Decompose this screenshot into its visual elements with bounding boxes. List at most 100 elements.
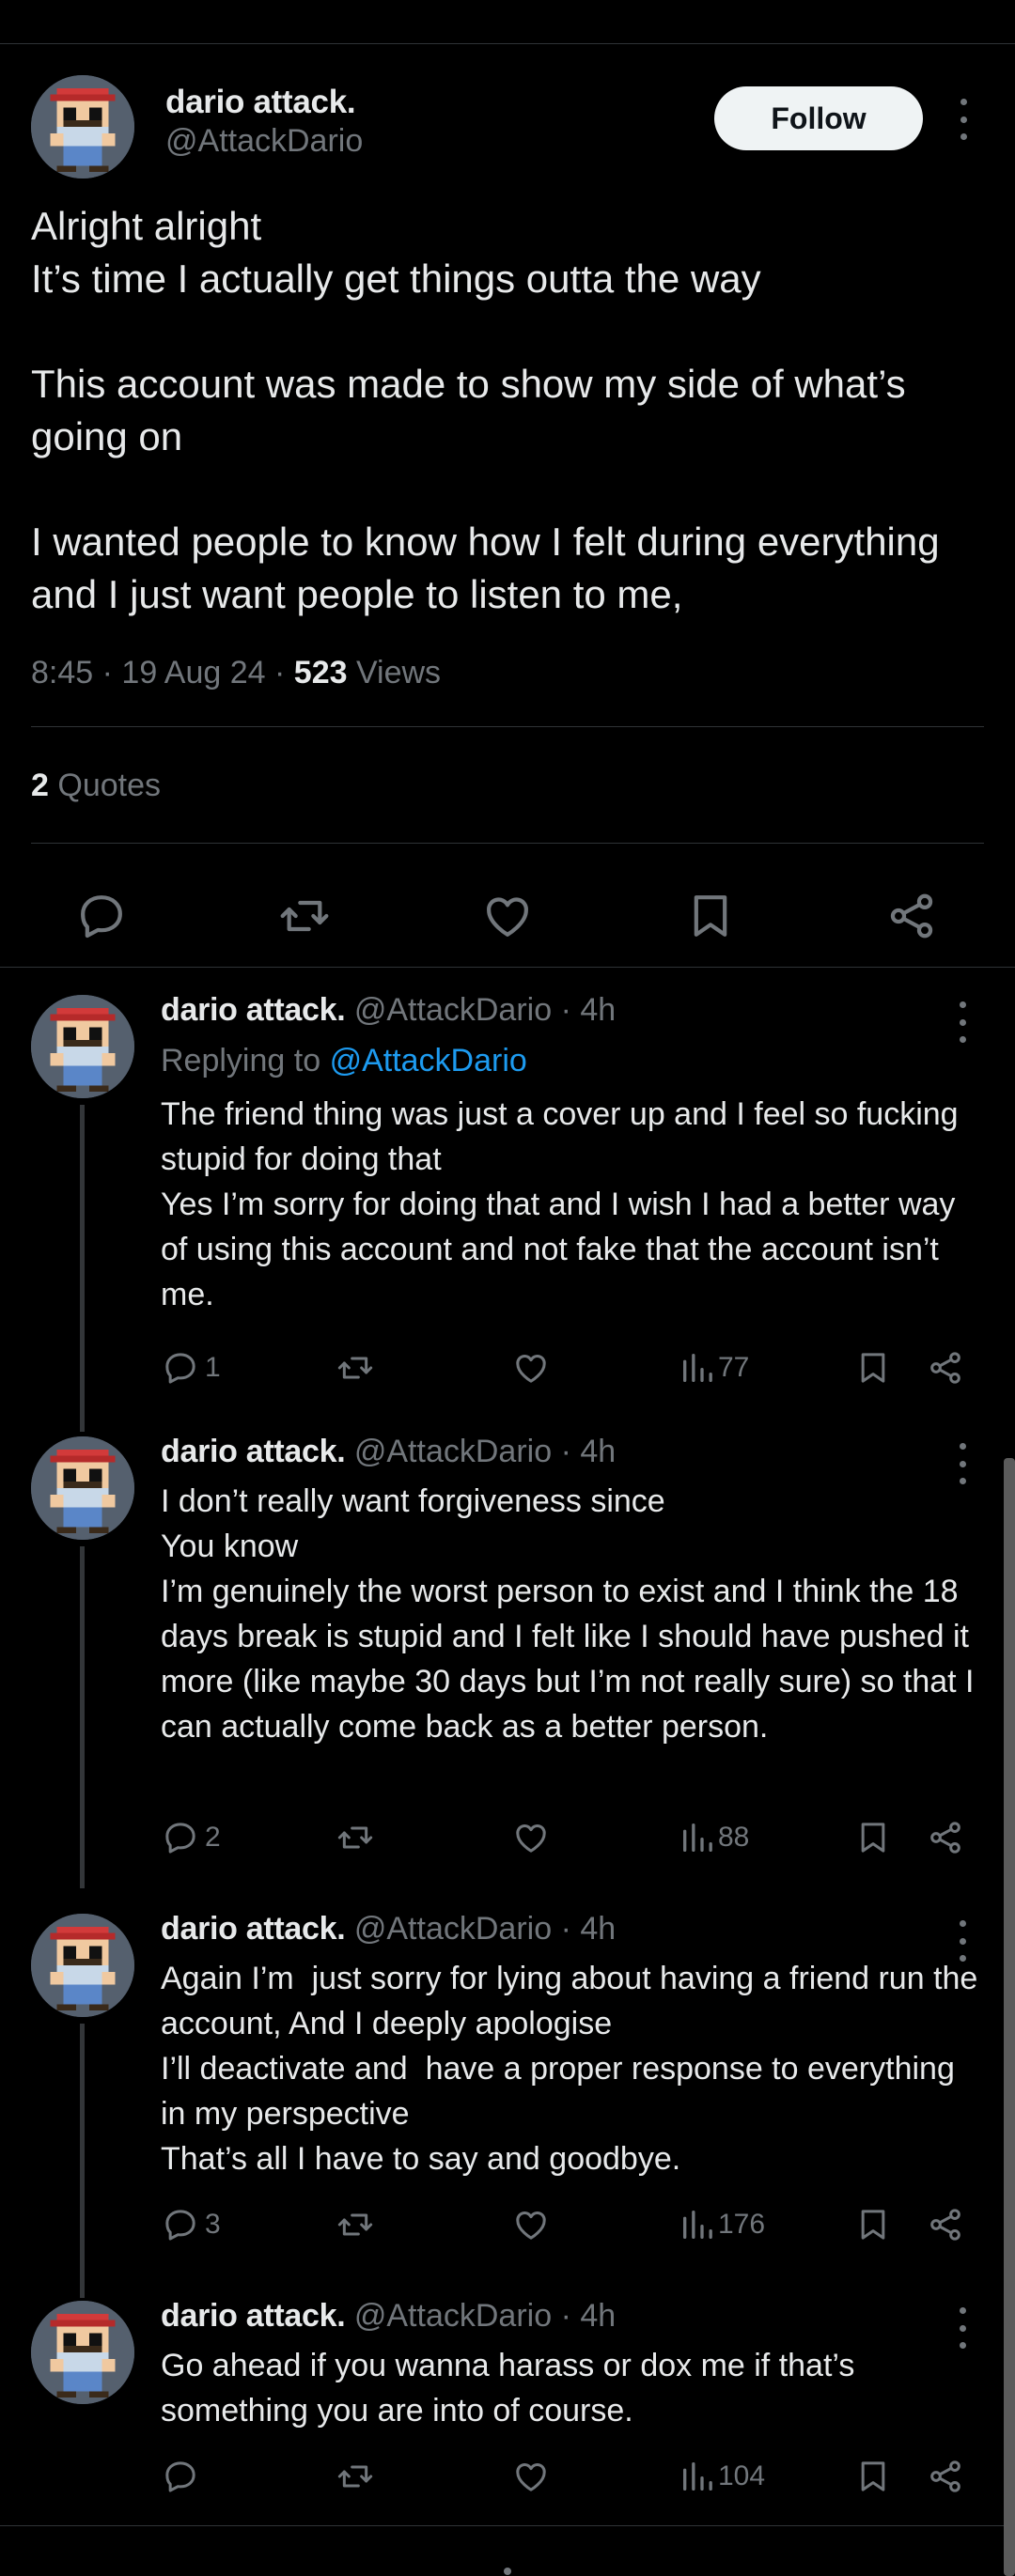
views-icon xyxy=(683,1354,712,1382)
reply-button[interactable]: 3 xyxy=(162,2206,221,2243)
share-icon[interactable] xyxy=(927,2206,964,2243)
follow-button[interactable]: Follow xyxy=(714,86,923,150)
reply-post[interactable]: dario attack. @AttackDario · 4h Replying… xyxy=(0,968,1015,1432)
share-icon[interactable] xyxy=(927,1819,964,1856)
post-actions xyxy=(0,871,1015,955)
post-date[interactable]: 19 Aug 24 xyxy=(121,655,265,691)
author-name[interactable]: dario attack. xyxy=(161,1911,346,1947)
repost-icon[interactable] xyxy=(336,1819,374,1856)
replying-to: Replying to @AttackDario xyxy=(161,1043,527,1079)
like-icon[interactable] xyxy=(481,890,534,942)
views-count: 88 xyxy=(718,1822,750,1853)
reply-button[interactable]: 1 xyxy=(162,1349,221,1387)
timestamp[interactable]: 4h xyxy=(580,992,616,1028)
views-icon xyxy=(683,2462,712,2491)
views-count: 104 xyxy=(718,2460,766,2491)
reply-header: dario attack. @AttackDario · 4h xyxy=(161,992,617,1028)
quotes-link[interactable]: 2 Quotes xyxy=(31,768,161,804)
reply-count: 3 xyxy=(205,2209,221,2240)
reply-header: dario attack. @AttackDario · 4h xyxy=(161,2298,617,2334)
share-icon[interactable] xyxy=(927,2458,964,2495)
bookmark-icon[interactable] xyxy=(854,2458,892,2495)
reply-icon xyxy=(165,2461,195,2492)
repost-icon[interactable] xyxy=(336,1349,374,1387)
views-button[interactable]: 77 xyxy=(679,1349,749,1387)
like-icon[interactable] xyxy=(512,2458,550,2495)
reply-header: dario attack. @AttackDario · 4h xyxy=(161,1911,617,1947)
quotes-label: Quotes xyxy=(57,768,161,803)
bookmark-icon[interactable] xyxy=(854,2206,892,2243)
views-count: 77 xyxy=(718,1352,750,1383)
reply-icon xyxy=(165,1823,195,1854)
repost-icon[interactable] xyxy=(336,2206,374,2243)
reply-text: The friend thing was just a cover up and… xyxy=(161,1096,959,1312)
divider xyxy=(31,843,984,844)
views-icon xyxy=(683,1823,712,1852)
scrollbar[interactable] xyxy=(1004,1458,1015,2576)
reply-text: Go ahead if you wanna harass or dox me i… xyxy=(161,2348,864,2429)
thread-line xyxy=(80,2024,85,2298)
like-icon[interactable] xyxy=(512,1819,550,1856)
reply-text: Again I’m just sorry for lying about hav… xyxy=(161,1961,978,2177)
views-icon xyxy=(683,2211,712,2239)
timestamp[interactable]: 4h xyxy=(580,2298,616,2334)
avatar[interactable] xyxy=(31,75,134,178)
share-icon[interactable] xyxy=(927,1349,964,1387)
views-count: 523 xyxy=(293,655,348,691)
avatar[interactable] xyxy=(31,2301,134,2404)
author-handle[interactable]: @AttackDario xyxy=(354,1911,552,1947)
reply-post[interactable]: dario attack. @AttackDario · 4h Go ahead… xyxy=(0,2273,1015,2527)
main-post: dario attack. @AttackDario Follow Alrigh… xyxy=(0,44,1015,967)
reply-actions: 1 77 xyxy=(0,1340,1015,1396)
reply-button[interactable] xyxy=(162,2458,205,2495)
replying-to-link[interactable]: @AttackDario xyxy=(330,1043,527,1079)
loading-dot xyxy=(504,2568,511,2575)
like-icon[interactable] xyxy=(512,1349,550,1387)
author-name[interactable]: dario attack. xyxy=(161,1434,346,1469)
views-button[interactable]: 88 xyxy=(679,1819,749,1856)
bookmark-icon[interactable] xyxy=(854,1819,892,1856)
reply-header: dario attack. @AttackDario · 4h xyxy=(161,1434,617,1469)
author-handle[interactable]: @AttackDario xyxy=(165,123,363,160)
avatar[interactable] xyxy=(31,995,134,1098)
avatar[interactable] xyxy=(31,1436,134,1540)
post-meta: 8:45 · 19 Aug 24 · 523 Views xyxy=(31,655,442,691)
replying-prefix: Replying to xyxy=(161,1043,321,1079)
share-icon[interactable] xyxy=(885,890,938,942)
views-button[interactable]: 104 xyxy=(679,2458,765,2495)
bookmark-icon[interactable] xyxy=(684,890,737,942)
reply-post[interactable]: dario attack. @AttackDario · 4h Again I’… xyxy=(0,1886,1015,2298)
reply-icon xyxy=(165,1353,195,1384)
timestamp[interactable]: 4h xyxy=(580,1911,616,1947)
post-time[interactable]: 8:45 xyxy=(31,655,93,691)
reply-actions: 3 176 xyxy=(0,2196,1015,2253)
more-options-icon[interactable] xyxy=(955,1001,970,1043)
more-options-icon[interactable] xyxy=(956,99,971,140)
author-name[interactable]: dario attack. xyxy=(161,2298,346,2334)
views-count: 176 xyxy=(718,2209,766,2240)
reply-button[interactable]: 2 xyxy=(162,1819,221,1856)
views-label: Views xyxy=(355,655,442,691)
views-button[interactable]: 176 xyxy=(679,2206,765,2243)
reply-icon xyxy=(165,2210,195,2241)
reply-text: I don’t really want forgiveness since Yo… xyxy=(161,1483,975,1745)
reply-icon[interactable] xyxy=(75,890,128,942)
post-text: Alright alright It’s time I actually get… xyxy=(31,204,940,616)
avatar[interactable] xyxy=(31,1914,134,2017)
reply-actions: 104 xyxy=(0,2448,1015,2505)
divider xyxy=(31,726,984,727)
author-handle[interactable]: @AttackDario xyxy=(354,2298,552,2334)
quotes-count: 2 xyxy=(31,768,49,803)
author-handle[interactable]: @AttackDario xyxy=(354,992,552,1028)
author-name[interactable]: dario attack. xyxy=(161,992,346,1028)
repost-icon[interactable] xyxy=(278,890,331,942)
author-handle[interactable]: @AttackDario xyxy=(354,1434,552,1469)
bookmark-icon[interactable] xyxy=(854,1349,892,1387)
like-icon[interactable] xyxy=(512,2206,550,2243)
timestamp[interactable]: 4h xyxy=(580,1434,616,1469)
reply-actions: 2 88 xyxy=(0,1809,1015,1866)
repost-icon[interactable] xyxy=(336,2458,374,2495)
reply-count: 1 xyxy=(205,1352,221,1383)
author-name[interactable]: dario attack. xyxy=(165,84,356,121)
reply-post[interactable]: dario attack. @AttackDario · 4h I don’t … xyxy=(0,1409,1015,1888)
